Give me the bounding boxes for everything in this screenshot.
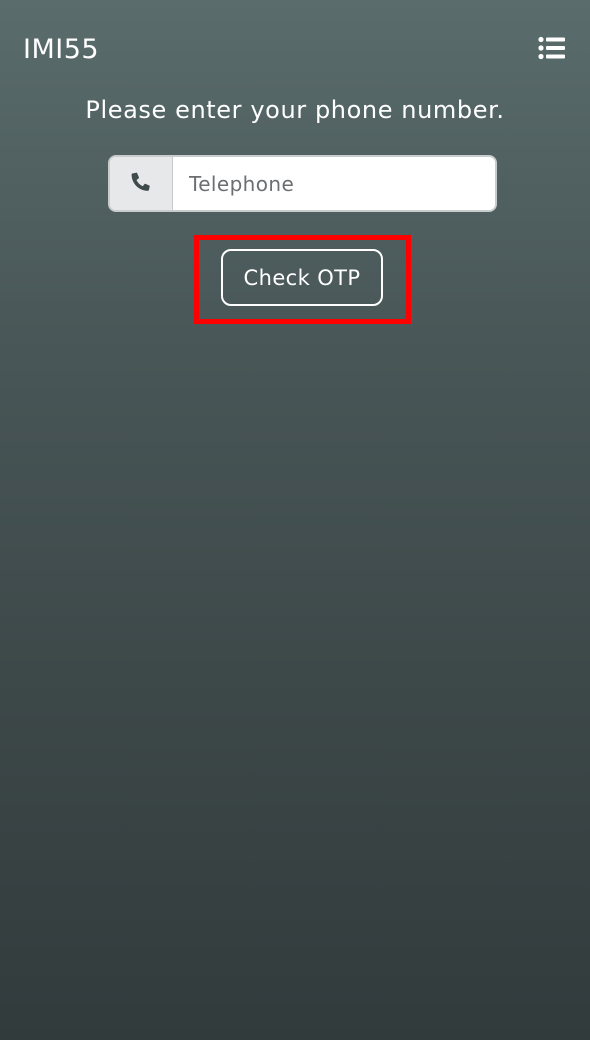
app-title: IMI55 bbox=[23, 34, 100, 65]
phone-icon bbox=[129, 170, 153, 198]
menu-button[interactable] bbox=[532, 32, 572, 68]
phone-addon bbox=[110, 157, 173, 210]
phone-input-group bbox=[108, 155, 497, 212]
list-icon bbox=[538, 36, 566, 64]
login-screen: IMI55 Please enter your phone number. Ch bbox=[0, 0, 590, 1040]
telephone-input[interactable] bbox=[173, 157, 495, 210]
check-otp-button[interactable]: Check OTP bbox=[221, 249, 383, 306]
phone-prompt: Please enter your phone number. bbox=[85, 96, 505, 124]
